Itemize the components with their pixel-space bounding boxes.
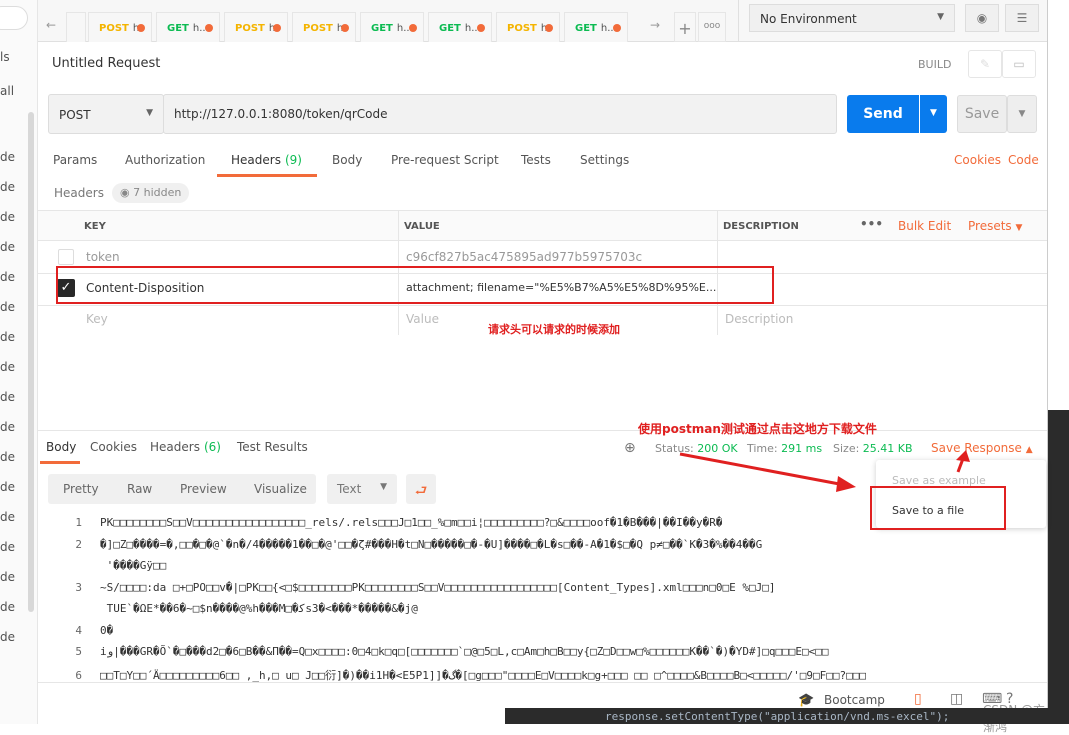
background-code-editor: response.setContentType("application/vnd…	[505, 708, 1069, 724]
layout-split-icon[interactable]: ◫	[950, 691, 963, 707]
annotation-arrows	[679, 450, 970, 492]
bootcamp-link[interactable]: Bootcamp	[824, 693, 885, 707]
layout-single-icon[interactable]: ▯	[914, 691, 922, 707]
arrow-to-menu	[679, 452, 851, 488]
bootcamp-icon: 🎓	[798, 693, 815, 708]
